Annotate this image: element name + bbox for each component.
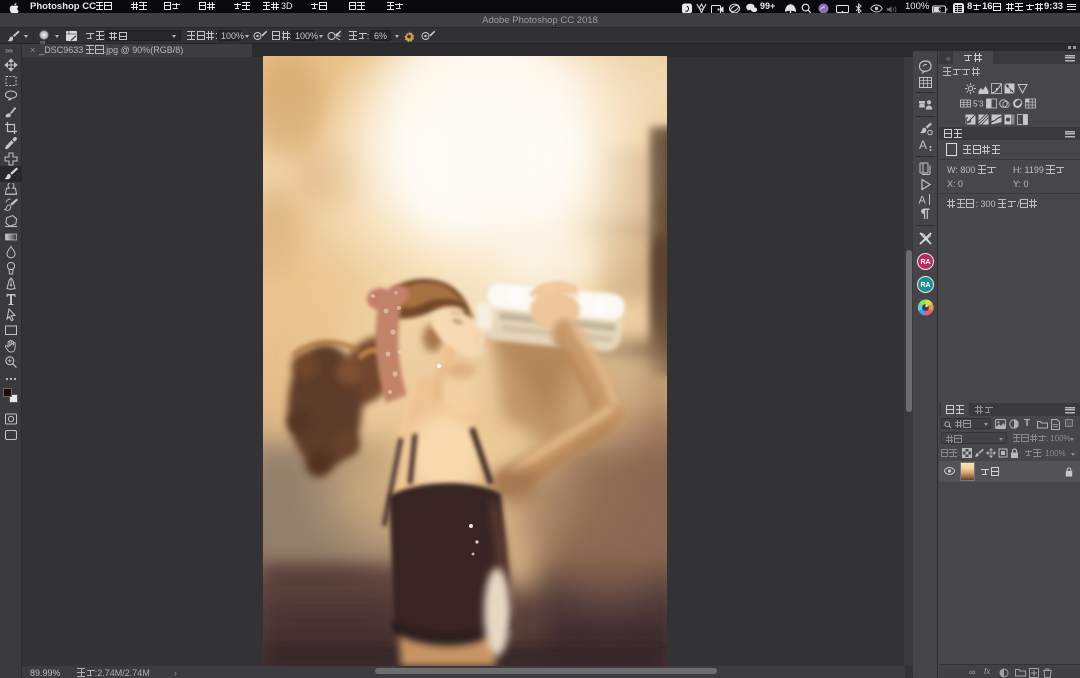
svg-text:A: A	[919, 138, 927, 152]
svg-text:5'3: 5'3	[973, 100, 984, 109]
